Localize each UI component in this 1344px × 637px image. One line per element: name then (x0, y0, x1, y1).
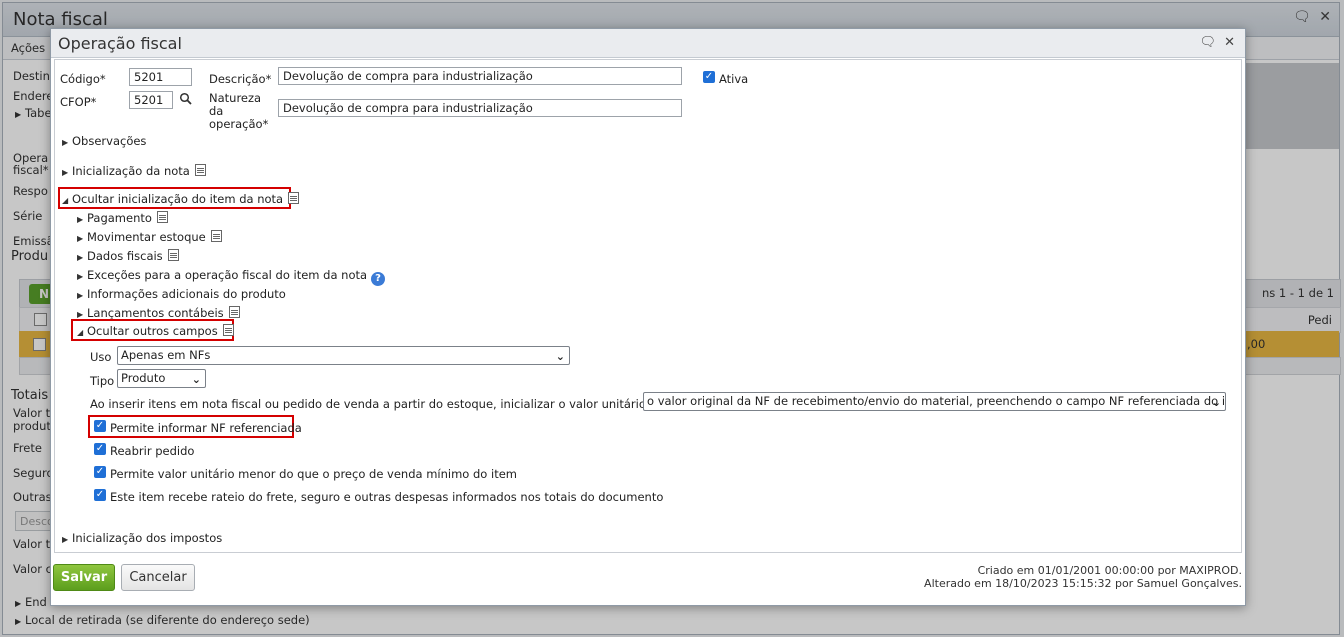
codigo-label: Código* (60, 72, 106, 86)
section-excecoes[interactable]: ▶ Exceções para a operação fiscal do item… (77, 268, 386, 286)
notes-icon[interactable] (156, 211, 168, 223)
nf-referenciada-checkbox[interactable]: ✓ (94, 420, 106, 432)
expand-icon: ▶ (77, 234, 84, 243)
close-icon[interactable]: ✕ (1224, 35, 1235, 50)
altered-info: Alterado em 18/10/2023 15:15:32 por Samu… (924, 577, 1242, 590)
expand-icon: ▶ (77, 272, 84, 281)
search-icon[interactable] (179, 92, 193, 106)
chevron-down-icon: ⌄ (1211, 396, 1221, 409)
rateio-label: Este item recebe rateio do frete, seguro… (110, 490, 664, 504)
fiscal-operation-dialog: Operação fiscal 🗨︎ ✕ Código* 5201 Descri… (50, 28, 1246, 606)
codigo-input[interactable]: 5201 (129, 68, 192, 86)
natureza-input[interactable]: Devolução de compra para industrializaçã… (278, 99, 682, 117)
natureza-label: Natureza (209, 91, 262, 105)
valor-menor-checkbox[interactable]: ✓ (94, 466, 106, 478)
dialog-titlebar: Operação fiscal 🗨︎ ✕ (51, 29, 1245, 58)
help-icon[interactable]: ? (371, 272, 386, 286)
expand-icon: ▶ (77, 215, 84, 224)
section-ocultar-item[interactable]: ◢ Ocultar inicialização do item da nota (62, 192, 300, 206)
notes-icon[interactable] (210, 230, 222, 242)
tipo-label: Tipo (90, 374, 115, 388)
created-info: Criado em 01/01/2001 00:00:00 por MAXIPR… (977, 564, 1242, 577)
section-inicializacao-impostos[interactable]: ▶ Inicialização dos impostos (62, 531, 222, 545)
notes-icon[interactable] (167, 249, 179, 261)
expand-icon: ▶ (77, 310, 84, 319)
section-movimentar-estoque[interactable]: ▶ Movimentar estoque (77, 230, 222, 244)
notes-icon[interactable] (194, 164, 206, 176)
notes-icon[interactable] (222, 324, 234, 336)
uso-label: Uso (90, 350, 112, 364)
expand-icon: ▶ (62, 168, 69, 177)
expand-icon: ▶ (62, 535, 69, 544)
section-dados-fiscais[interactable]: ▶ Dados fiscais (77, 249, 179, 263)
section-ocultar-outros[interactable]: ◢ Ocultar outros campos (77, 324, 234, 338)
section-info-adicionais[interactable]: ▶ Informações adicionais do produto (77, 287, 286, 301)
reabrir-pedido-label: Reabrir pedido (110, 444, 195, 458)
valor-menor-label: Permite valor unitário menor do que o pr… (110, 467, 517, 481)
valor-unitario-select[interactable]: o valor original da NF de recebimento/en… (643, 392, 1226, 411)
chevron-down-icon: ⌄ (555, 350, 565, 363)
chat-icon[interactable]: 🗨︎ (1199, 35, 1216, 50)
tipo-select[interactable]: Produto ⌄ (117, 369, 206, 388)
cancel-button[interactable]: Cancelar (121, 564, 195, 591)
section-pagamento[interactable]: ▶ Pagamento (77, 211, 168, 225)
cfop-label: CFOP* (60, 95, 97, 109)
natureza-label: da (209, 104, 224, 118)
uso-select[interactable]: Apenas em NFs ⌄ (117, 346, 570, 365)
notes-icon[interactable] (288, 192, 300, 204)
section-observacoes[interactable]: ▶ Observações (62, 134, 146, 148)
dialog-title: Operação fiscal (58, 34, 182, 53)
section-lancamentos[interactable]: ▶ Lançamentos contábeis (77, 306, 240, 320)
expand-icon: ▶ (62, 138, 69, 147)
collapse-icon: ◢ (77, 328, 84, 337)
expand-icon: ▶ (77, 291, 84, 300)
expand-icon: ▶ (77, 253, 84, 262)
rateio-checkbox[interactable]: ✓ (94, 489, 106, 501)
dialog-body: Código* 5201 Descrição* Devolução de com… (54, 59, 1242, 553)
natureza-label: operação* (209, 117, 269, 131)
descricao-label: Descrição* (209, 72, 272, 86)
ativa-label: Ativa (719, 72, 749, 86)
chevron-down-icon: ⌄ (191, 373, 201, 386)
nf-referenciada-label: Permite informar NF referenciada (110, 421, 302, 435)
reabrir-pedido-checkbox[interactable]: ✓ (94, 443, 106, 455)
cfop-input[interactable]: 5201 (129, 91, 173, 109)
save-button[interactable]: Salvar (53, 564, 115, 591)
collapse-icon: ◢ (62, 196, 69, 205)
ativa-checkbox[interactable]: ✓ (703, 71, 715, 83)
section-inicializacao-nota[interactable]: ▶ Inicialização da nota (62, 164, 206, 178)
notes-icon[interactable] (228, 306, 240, 318)
valor-unitario-label: Ao inserir itens em nota fiscal ou pedid… (90, 397, 678, 411)
descricao-input[interactable]: Devolução de compra para industrializaçã… (278, 67, 682, 85)
